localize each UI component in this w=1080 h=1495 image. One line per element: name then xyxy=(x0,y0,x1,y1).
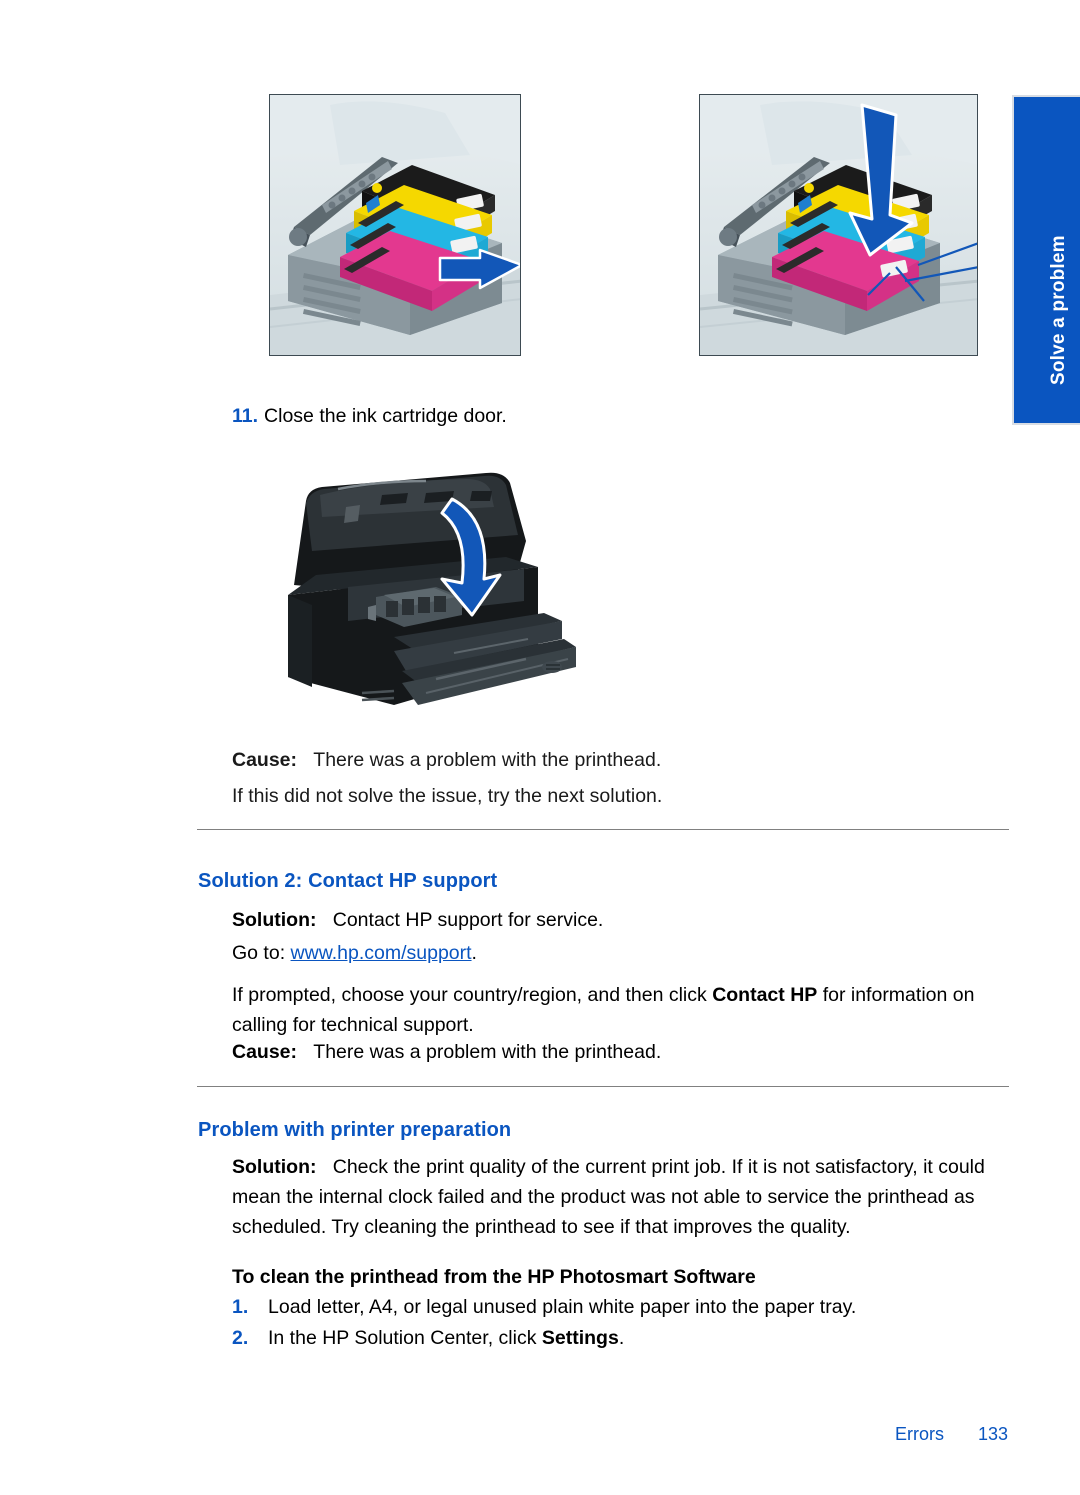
list-item: 1. Load letter, A4, or legal unused plai… xyxy=(232,1292,1012,1323)
step-11: 11. Close the ink cartridge door. xyxy=(232,402,992,430)
solution-2-prompt-paragraph: If prompted, choose your country/region,… xyxy=(232,980,1012,1040)
solution-2-goto-line: Go to: www.hp.com/support. xyxy=(232,938,1007,968)
solution-label-3: Solution: xyxy=(232,1156,317,1178)
chapter-tab-label: Solve a problem xyxy=(1048,235,1069,385)
solution-2-solution-line: Solution: Contact HP support for service… xyxy=(232,905,1007,935)
printer-illustration xyxy=(288,472,576,705)
procedure-list: 1. Load letter, A4, or legal unused plai… xyxy=(232,1292,1012,1354)
list-item-text: Load letter, A4, or legal unused plain w… xyxy=(268,1296,857,1318)
cause-block-first: Cause: There was a problem with the prin… xyxy=(232,745,1002,811)
solution-label: Solution: xyxy=(232,909,317,931)
figure-close-printer-lid xyxy=(276,455,601,730)
contact-hp-bold: Contact HP xyxy=(712,984,818,1006)
footer-chapter-label: Errors xyxy=(894,1424,944,1444)
list-item-text-after: . xyxy=(618,1327,625,1349)
cause-followup: If this did not solve the issue, try the… xyxy=(232,785,663,807)
list-marker: 1. xyxy=(232,1296,249,1318)
list-item-text-before: In the HP Solution Center, click xyxy=(268,1327,542,1349)
step-text: Close the ink cartridge door. xyxy=(264,405,507,427)
ink-cartridge-carriage-illustration xyxy=(270,95,520,355)
section-divider-2 xyxy=(197,1086,1009,1087)
hp-support-link[interactable]: www.hp.com/support xyxy=(291,942,472,964)
heading-printer-preparation: Problem with printer preparation xyxy=(198,1119,512,1141)
goto-suffix: . xyxy=(471,942,477,964)
cause-text-2: There was a problem with the printhead. xyxy=(313,1041,662,1063)
figure-ink-cartridge-press-down xyxy=(699,94,978,356)
page-footer: Errors 133 xyxy=(0,1424,1008,1445)
list-item-text: In the HP Solution Center, click Setting… xyxy=(268,1327,624,1349)
heading-solution-2: Solution 2: Contact HP support xyxy=(198,870,498,892)
printer-prep-solution-paragraph: Solution: Check the print quality of the… xyxy=(232,1152,1012,1242)
chapter-tab-solve-a-problem: Solve a problem xyxy=(1012,95,1080,425)
goto-prefix: Go to: xyxy=(232,942,286,964)
cause-text: There was a problem with the printhead. xyxy=(313,749,662,771)
solution-2-cause-line: Cause: There was a problem with the prin… xyxy=(232,1037,1007,1067)
section-divider-1 xyxy=(197,829,1009,830)
cause-label: Cause: xyxy=(232,749,298,771)
cause-label-2: Cause: xyxy=(232,1041,298,1063)
prompt-text-1: If prompted, choose your country/region,… xyxy=(232,984,713,1006)
solution-text: Contact HP support for service. xyxy=(332,909,604,931)
settings-bold: Settings xyxy=(541,1327,619,1349)
solution-text-3: Check the print quality of the current p… xyxy=(232,1156,985,1238)
procedure-heading: To clean the printhead from the HP Photo… xyxy=(232,1266,756,1288)
list-marker: 2. xyxy=(232,1327,249,1349)
figure-ink-cartridge-carriage-insert xyxy=(269,94,521,356)
footer-page-number: 133 xyxy=(977,1424,1008,1444)
ink-cartridge-press-illustration xyxy=(700,95,977,355)
step-number: 11. xyxy=(232,405,259,427)
list-item: 2. In the HP Solution Center, click Sett… xyxy=(232,1323,1012,1354)
